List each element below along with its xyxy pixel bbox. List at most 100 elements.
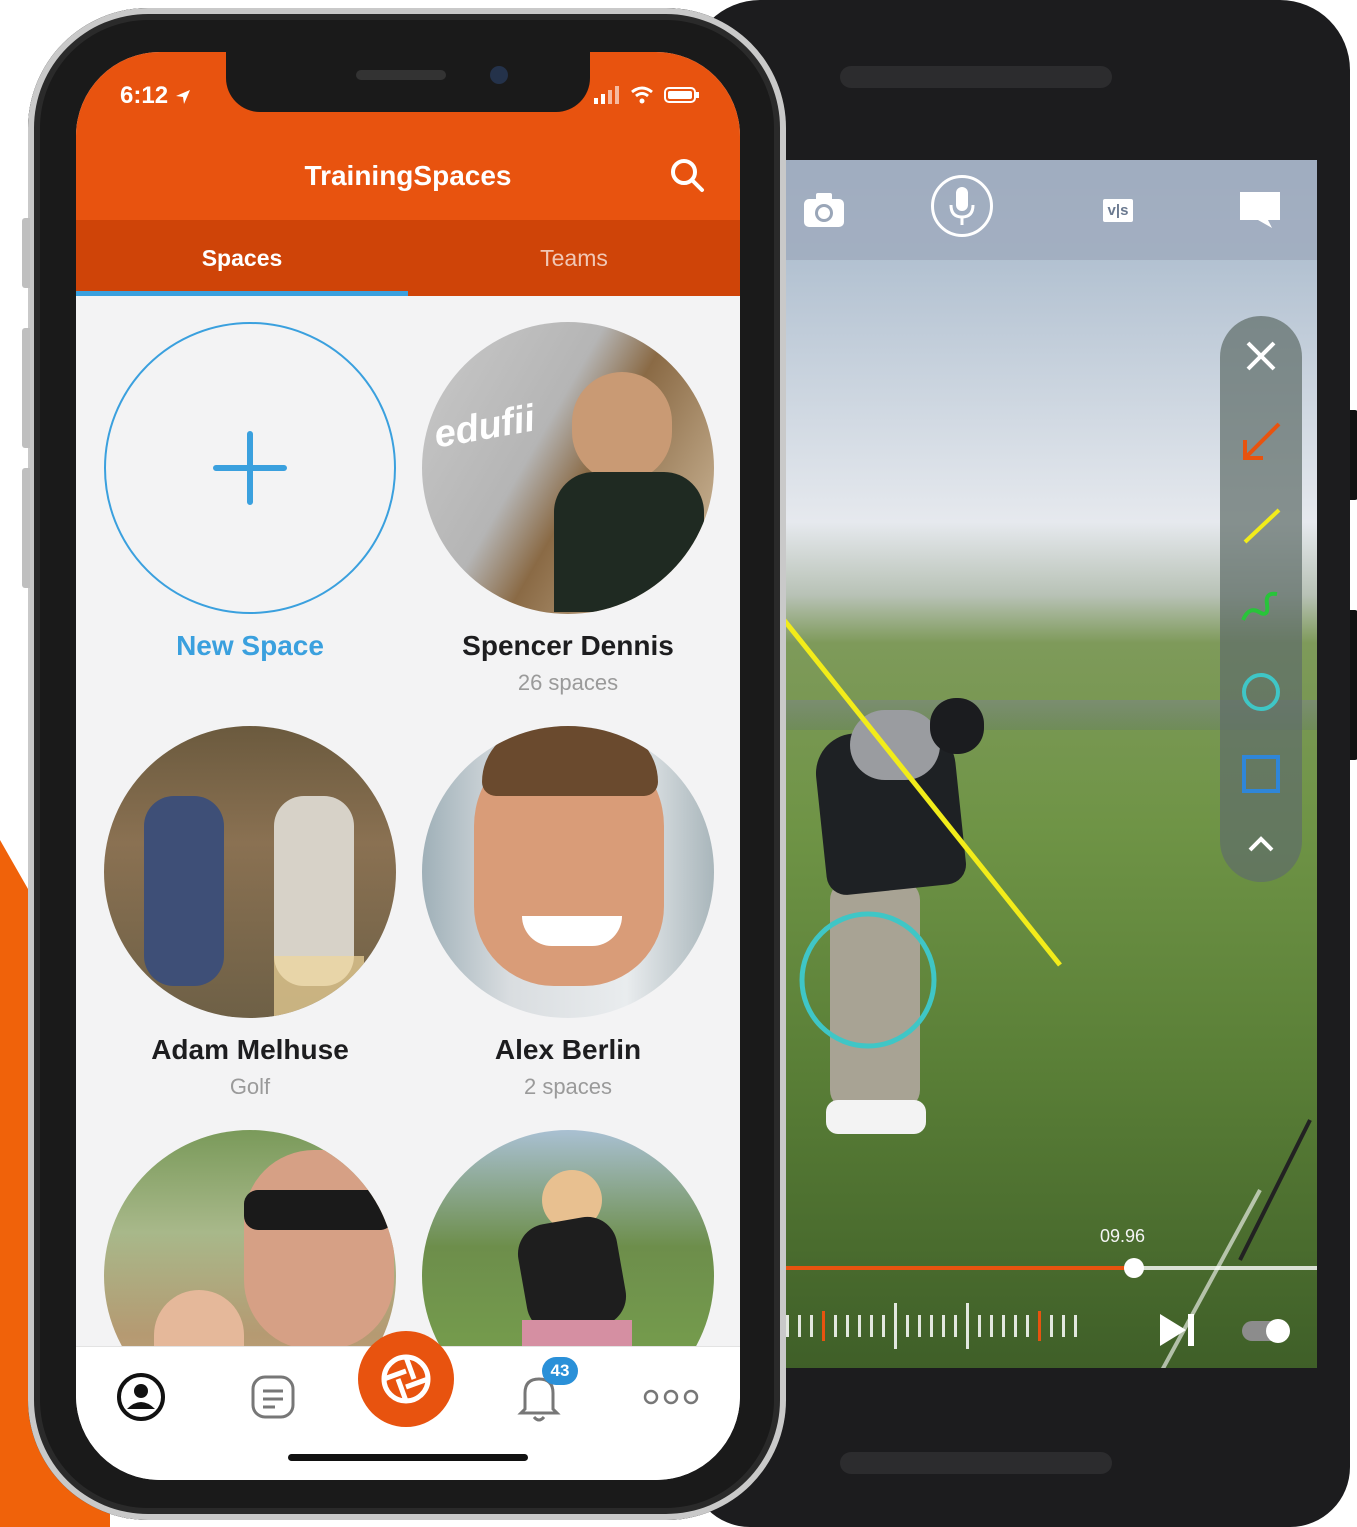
circle-annotation xyxy=(799,911,937,1049)
collapse-icon[interactable] xyxy=(1220,814,1302,874)
space-owner-name: Alex Berlin xyxy=(494,1034,642,1065)
drawing-tools-panel xyxy=(1220,316,1302,882)
rectangle-tool-icon[interactable] xyxy=(1220,744,1302,804)
scrubber-tick xyxy=(798,1315,801,1337)
app-header: TrainingSpaces xyxy=(76,132,740,220)
tab-bar-top: Spaces Teams xyxy=(76,220,740,296)
progress-fill xyxy=(780,1266,1135,1270)
scrubber-tick xyxy=(966,1303,969,1349)
scrubber-tick xyxy=(990,1315,993,1337)
home-indicator xyxy=(288,1454,528,1461)
new-space-card[interactable]: New Space xyxy=(100,322,400,662)
sunglasses xyxy=(244,1190,394,1230)
person-hair xyxy=(482,726,658,796)
scrubber-tick xyxy=(978,1315,981,1337)
space-owner-name: Spencer Dennis xyxy=(462,630,674,661)
person-shirt xyxy=(554,472,704,612)
android-speaker-top xyxy=(840,66,1112,88)
status-icons xyxy=(594,86,700,104)
scrubber-tick xyxy=(1050,1315,1053,1337)
space-card[interactable]: edufii Spencer Dennis 26 spaces xyxy=(418,322,718,696)
scrubber-tick xyxy=(882,1315,885,1337)
avatar: edufii xyxy=(422,322,714,614)
comment-icon[interactable] xyxy=(1228,182,1292,238)
playback-time: 09.96 xyxy=(1100,1226,1146,1246)
android-side-button xyxy=(1350,410,1357,500)
person-face xyxy=(572,372,672,482)
android-speaker-bottom xyxy=(840,1452,1112,1474)
avatar xyxy=(104,726,396,1018)
scrubber-tick xyxy=(1014,1315,1017,1337)
scrubber-tick xyxy=(1074,1315,1077,1337)
search-icon[interactable] xyxy=(666,154,710,198)
space-subtitle: Golf xyxy=(229,1074,271,1099)
arrow-tool-icon[interactable] xyxy=(1220,412,1302,472)
bell-icon[interactable]: 43 xyxy=(504,1357,578,1425)
more-icon[interactable] xyxy=(636,1369,706,1425)
scrubber-tick xyxy=(858,1315,861,1337)
scrubber-tick xyxy=(846,1315,849,1337)
scrubber-tick xyxy=(942,1315,945,1337)
scrubber-tick xyxy=(1062,1315,1065,1337)
scrubber-tick xyxy=(822,1311,825,1341)
wall-logo: edufii xyxy=(431,397,539,457)
scrubber-tick xyxy=(906,1315,909,1337)
notch xyxy=(226,52,590,112)
volume-up-button xyxy=(22,328,30,448)
battery-icon xyxy=(664,87,699,103)
freehand-tool-icon[interactable] xyxy=(1220,578,1302,638)
spaces-grid: New Space edufii Spencer Dennis 26 space… xyxy=(76,296,740,1422)
location-icon xyxy=(175,89,190,104)
notes-icon[interactable] xyxy=(238,1369,308,1425)
child-figure xyxy=(144,796,224,986)
scrubber-tick xyxy=(1002,1315,1005,1337)
scrubber-tick xyxy=(870,1315,873,1337)
compare-icon[interactable]: v|s xyxy=(1086,182,1150,238)
yellow-line-annotation xyxy=(780,613,1062,967)
iphone: 6:12 TrainingSpaces Spaces Teams New Spa… xyxy=(22,8,786,1520)
space-card[interactable]: Adam Melhuse Golf xyxy=(100,726,400,1100)
frame-scrubber[interactable] xyxy=(780,1296,1150,1356)
plus-icon xyxy=(213,431,287,505)
aperture-icon xyxy=(381,1354,431,1404)
mute-switch xyxy=(22,218,30,288)
profile-icon[interactable] xyxy=(106,1369,176,1425)
status-time: 6:12 xyxy=(120,82,191,110)
video-toolbar: v|s xyxy=(780,160,1317,260)
scrubber-tick xyxy=(810,1315,813,1337)
progress-track[interactable] xyxy=(780,1258,1317,1278)
circle-tool-icon[interactable] xyxy=(1220,662,1302,722)
signal-icon xyxy=(594,86,619,104)
new-space-button[interactable] xyxy=(104,322,396,614)
video-analysis-screen: v|s 09.96 xyxy=(780,160,1317,1368)
scrubber-tick xyxy=(954,1315,957,1337)
close-icon[interactable] xyxy=(1220,326,1302,386)
space-count: 26 spaces xyxy=(517,670,619,695)
person-smile xyxy=(522,916,622,946)
avatar xyxy=(422,726,714,1018)
notification-badge: 43 xyxy=(542,1357,578,1385)
page-title: TrainingSpaces xyxy=(304,160,512,191)
wifi-icon xyxy=(631,86,653,104)
new-space-label: New Space xyxy=(176,630,324,661)
video-timeline: 09.96 xyxy=(780,1226,1317,1368)
scrubber-tick xyxy=(834,1315,837,1337)
capture-button[interactable] xyxy=(358,1331,454,1427)
space-owner-name: Adam Melhuse xyxy=(151,1034,349,1065)
scrubber-tick xyxy=(894,1303,897,1349)
line-tool-icon[interactable] xyxy=(1220,496,1302,556)
scrubber-tick xyxy=(918,1315,921,1337)
tab-teams[interactable]: Teams xyxy=(408,220,740,296)
scrubber-tick xyxy=(786,1315,789,1337)
progress-knob[interactable] xyxy=(1124,1258,1145,1278)
space-card[interactable]: Alex Berlin 2 spaces xyxy=(418,726,718,1100)
scrubber-tick xyxy=(1026,1315,1029,1337)
volume-down-button xyxy=(22,468,30,588)
speed-toggle[interactable] xyxy=(1242,1319,1290,1343)
camera-icon[interactable] xyxy=(792,182,856,238)
tab-spaces[interactable]: Spaces xyxy=(76,220,408,296)
person-shirt xyxy=(513,1212,631,1338)
step-forward-icon[interactable] xyxy=(1156,1310,1200,1359)
microphone-icon[interactable] xyxy=(930,175,994,237)
trainingspaces-app-screen: 6:12 TrainingSpaces Spaces Teams New Spa… xyxy=(76,52,740,1480)
